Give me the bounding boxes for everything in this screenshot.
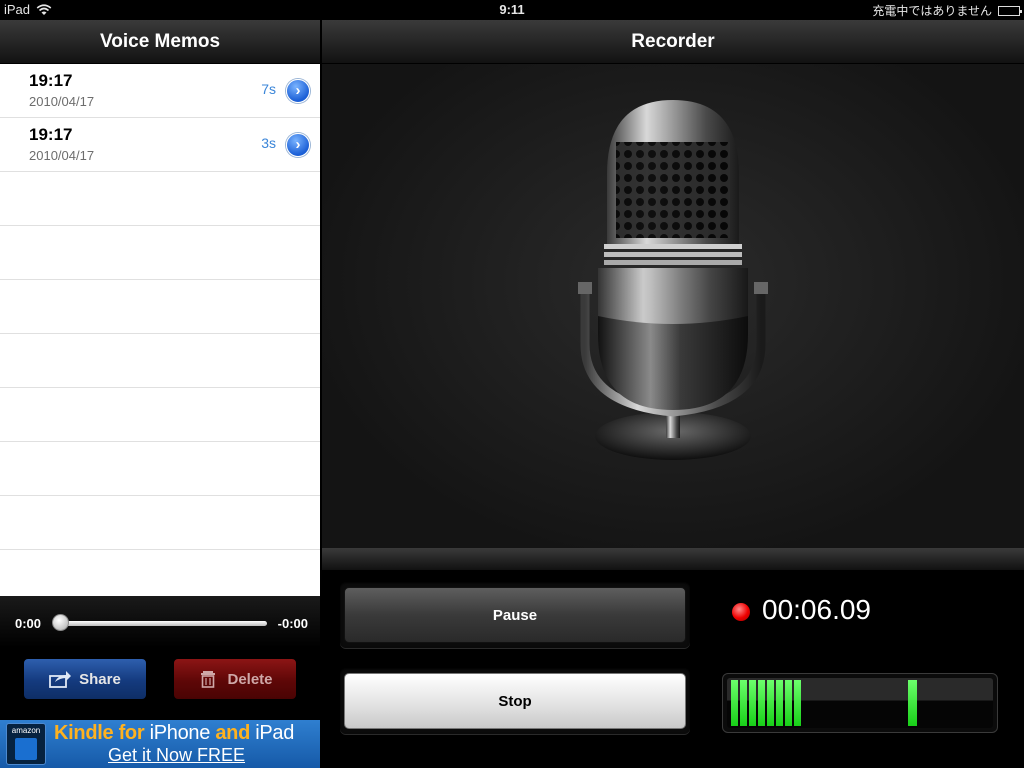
trash-icon (201, 671, 216, 688)
empty-row (0, 172, 320, 226)
level-meter-peak (908, 680, 917, 726)
level-meter-segment (794, 680, 801, 726)
ad-headline: Kindle for iPhone and iPad (54, 722, 295, 744)
microphone-stage (322, 64, 1024, 548)
stage-separator (322, 548, 1024, 570)
memo-duration: 7s (261, 81, 276, 97)
battery-icon (998, 5, 1022, 16)
memo-row[interactable]: 19:17 2010/04/17 3s › (0, 118, 320, 172)
delete-label: Delete (227, 670, 273, 688)
recorder-panel: Recorder Pause Stop 00:06.09 (322, 20, 1024, 768)
delete-button[interactable]: Delete (173, 658, 297, 700)
recording-elapsed-time: 00:06.09 (762, 594, 871, 625)
share-icon (49, 671, 72, 688)
memo-time: 19:17 (29, 125, 73, 144)
memo-date: 2010/04/17 (29, 148, 95, 163)
detail-disclosure-icon[interactable]: › (286, 79, 310, 103)
recorder-controls: Pause Stop 00:06.09 (322, 570, 1024, 768)
elapsed-time: 0:00 (15, 616, 42, 631)
status-time: 9:11 (499, 2, 525, 17)
remaining-time: -0:00 (277, 616, 308, 631)
kindle-book-icon (15, 738, 37, 760)
kindle-ad-banner[interactable]: amazon Kindle for iPhone and iPad Get it… (0, 720, 320, 768)
empty-row (0, 550, 320, 596)
playback-scrubber-track[interactable] (55, 621, 267, 626)
level-meter (722, 673, 998, 733)
stop-button-well: Stop (340, 668, 690, 734)
memo-duration: 3s (261, 135, 276, 151)
detail-disclosure-icon[interactable]: › (286, 133, 310, 157)
charging-status: 充電中ではありません (872, 4, 992, 18)
empty-row (0, 334, 320, 388)
level-meter-bars (731, 680, 801, 726)
voice-memos-panel: Voice Memos 19:17 2010/04/17 7s › 19:17 … (0, 20, 320, 768)
memo-time: 19:17 (29, 71, 73, 90)
panel-title-recorder: Recorder (322, 20, 1024, 64)
panel-title-voice-memos: Voice Memos (0, 20, 320, 64)
memo-row[interactable]: 19:17 2010/04/17 7s › (0, 64, 320, 118)
pause-button[interactable]: Pause (344, 587, 686, 643)
memo-date: 2010/04/17 (29, 94, 95, 109)
level-meter-segment (767, 680, 774, 726)
share-label: Share (79, 670, 121, 688)
recording-indicator-icon (732, 603, 750, 621)
level-meter-segment (731, 680, 738, 726)
playback-scrubber-knob[interactable] (52, 614, 69, 631)
pause-button-well: Pause (340, 582, 690, 648)
stop-button[interactable]: Stop (344, 673, 686, 729)
empty-row (0, 442, 320, 496)
level-meter-segment (740, 680, 747, 726)
amazon-logo: amazon (6, 723, 46, 765)
empty-row (0, 280, 320, 334)
memo-list[interactable]: 19:17 2010/04/17 7s › 19:17 2010/04/17 3… (0, 64, 320, 596)
level-meter-segment (758, 680, 765, 726)
status-bar: iPad 9:11 充電中ではありません (0, 0, 1024, 20)
level-meter-segment (785, 680, 792, 726)
microphone-icon (578, 100, 768, 460)
empty-row (0, 226, 320, 280)
level-meter-segment (776, 680, 783, 726)
ad-cta[interactable]: Get it Now FREE (108, 745, 245, 766)
empty-row (0, 496, 320, 550)
share-button[interactable]: Share (23, 658, 147, 700)
level-meter-segment (749, 680, 756, 726)
empty-row (0, 388, 320, 442)
